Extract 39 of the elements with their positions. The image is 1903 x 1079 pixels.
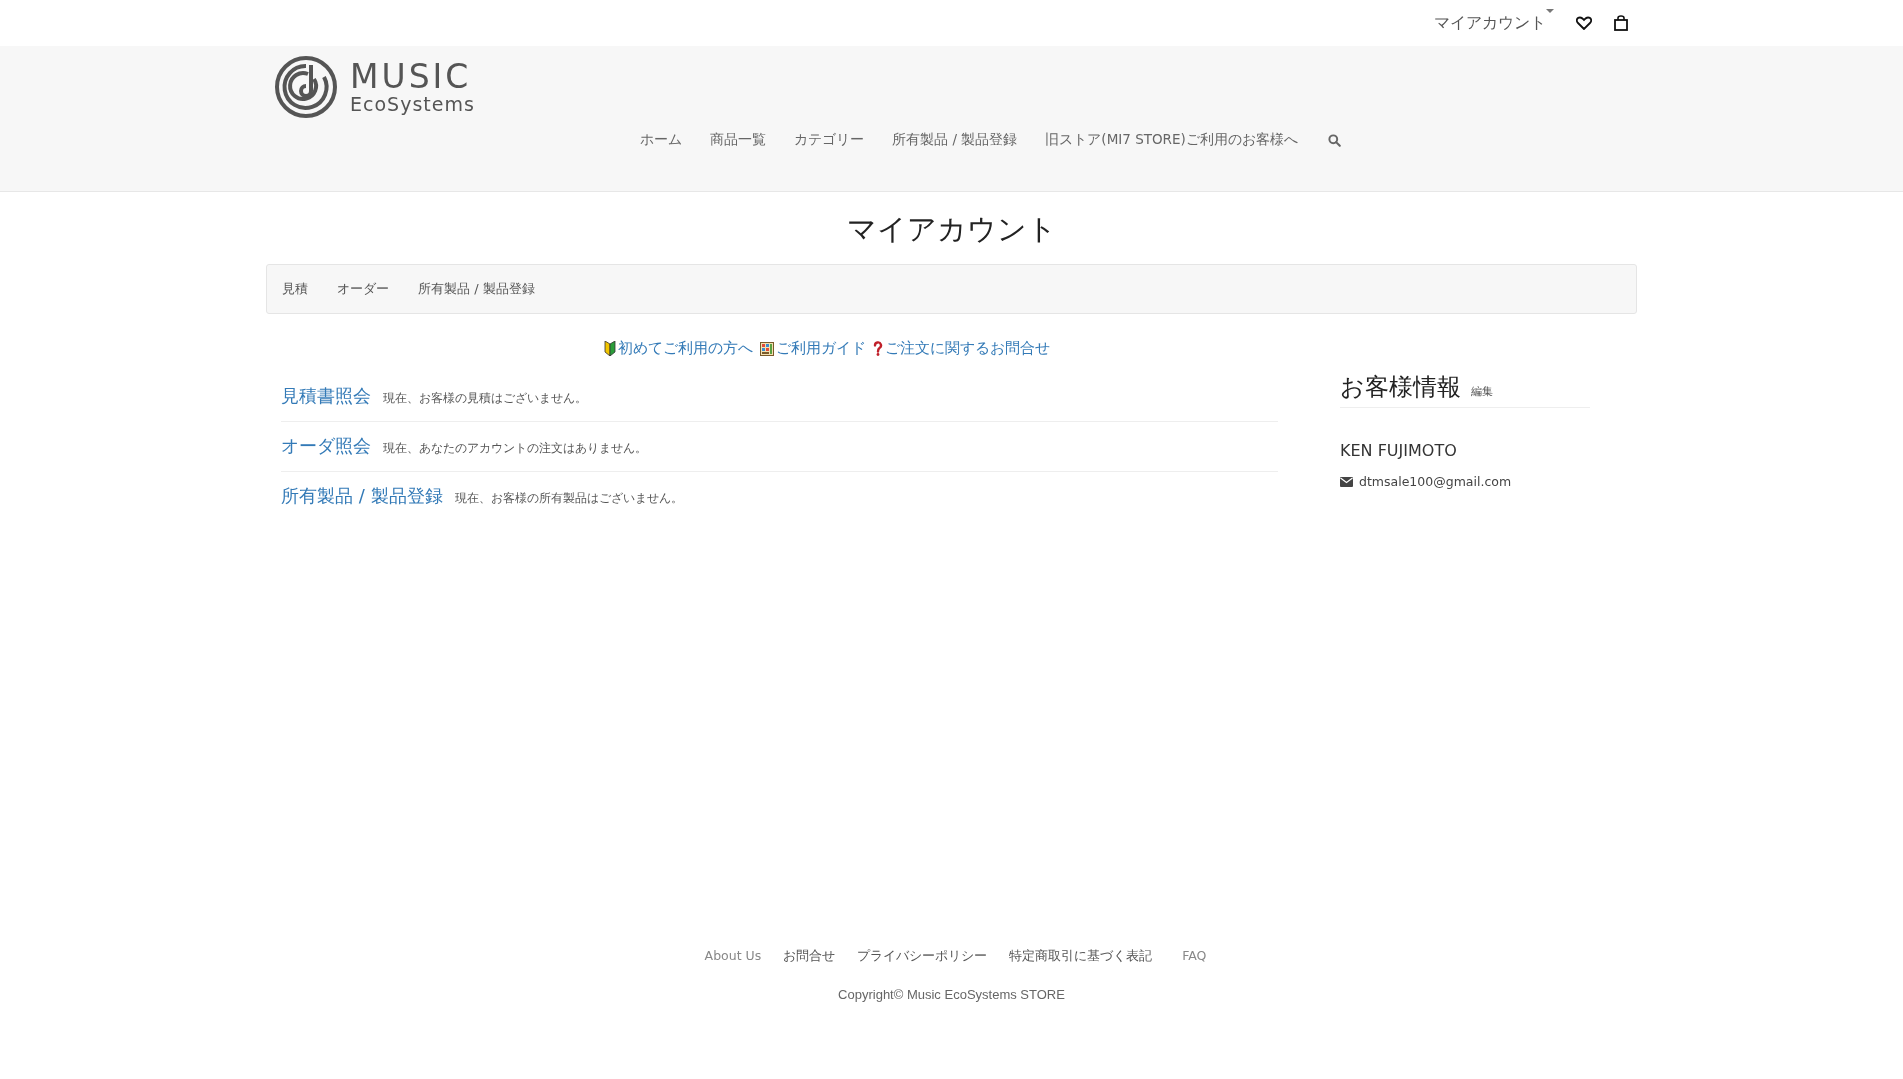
customer-email: dtmsale100@gmail.com [1359, 474, 1512, 489]
envelope-icon [1340, 476, 1353, 487]
help-link[interactable]: 初めてご利用の方へ [604, 339, 753, 358]
grid-icon [760, 341, 774, 356]
tab[interactable]: 見積 [282, 280, 308, 298]
footer-link[interactable]: FAQ [1182, 948, 1207, 965]
edit-link[interactable]: 編集 [1471, 384, 1493, 399]
page-title: マイアカウント [845, 211, 1058, 248]
nav-link[interactable]: カテゴリー [794, 131, 865, 149]
section-link[interactable]: 見積書照会 [281, 384, 371, 408]
help-link[interactable]: ご注文に関するお問合せ [873, 339, 1050, 358]
help-link[interactable]: ご利用ガイド [760, 339, 866, 358]
section-link[interactable]: 所有製品 / 製品登録 [281, 484, 443, 508]
section-note: 現在、あなたのアカウントの注文はありません。 [383, 441, 647, 456]
section-note: 現在、お客様の見積はございません。 [383, 391, 587, 406]
tab[interactable]: オーダー [337, 280, 389, 298]
copyright-text: Copyright© Music EcoSystems STORE [837, 987, 1066, 1002]
nav-link[interactable]: 商品一覧 [710, 131, 767, 149]
customer-name: KEN FUJIMOTO [1340, 441, 1458, 460]
footer-link[interactable]: About Us [704, 948, 762, 965]
footer-link[interactable]: お問合せ [783, 948, 836, 965]
question-mark-icon [873, 341, 883, 356]
section-link[interactable]: オーダ照会 [281, 434, 371, 458]
nav-link[interactable]: 所有製品 / 製品登録 [892, 131, 1018, 149]
nav-link[interactable]: ホーム [640, 131, 683, 149]
beginner-mark-icon [604, 341, 616, 356]
shopping-bag-icon[interactable] [1614, 15, 1628, 31]
footer-link[interactable]: プライバシーポリシー [857, 948, 988, 965]
logo-subtitle: EcoSystems [350, 95, 475, 114]
search-icon[interactable] [1325, 131, 1343, 149]
sidebar-heading: お客様情報 [1340, 372, 1461, 403]
logo-icon [274, 55, 338, 119]
footer-link[interactable]: 特定商取引に基づく表記 [1009, 948, 1153, 965]
account-menu[interactable]: マイアカウント [1434, 12, 1554, 34]
heart-icon[interactable] [1576, 16, 1592, 30]
nav-link[interactable]: 旧ストア(MI7 STORE)ご利用のお客様へ [1045, 131, 1298, 149]
section-note: 現在、お客様の所有製品はございません。 [454, 491, 683, 506]
tab[interactable]: 所有製品 / 製品登録 [418, 280, 535, 298]
logo-title: MUSIC [350, 60, 473, 93]
